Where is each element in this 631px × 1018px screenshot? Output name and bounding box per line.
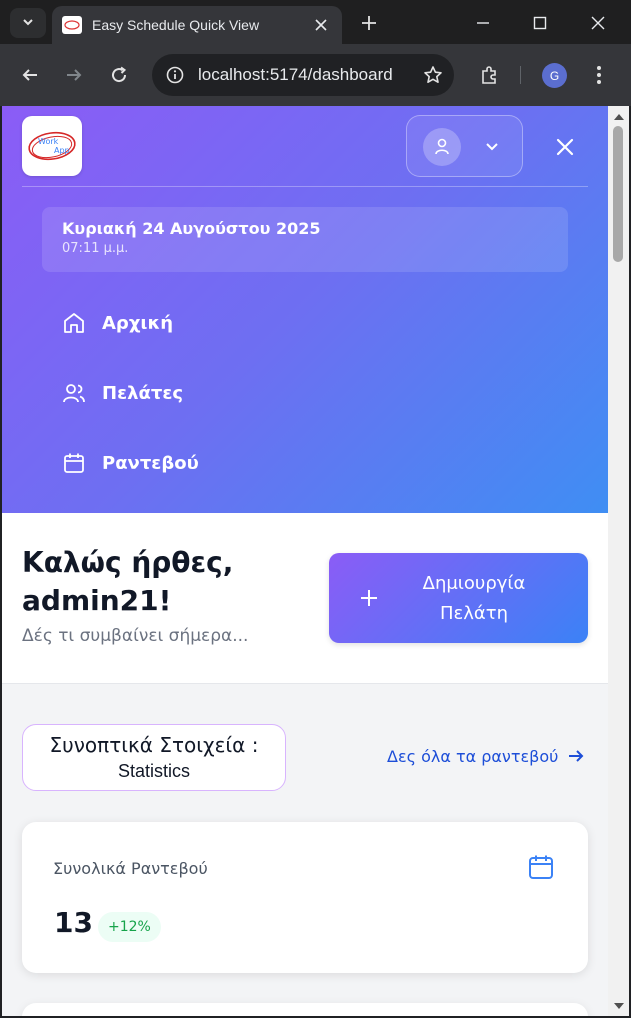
back-arrow-icon[interactable] (15, 60, 45, 90)
nav-label-appointments: Ραντεβού (102, 452, 199, 474)
arrow-right-icon (566, 746, 586, 766)
logo-text-app: App (54, 146, 70, 155)
create-client-label: Δημιουργία Πελάτη (422, 573, 526, 624)
user-icon (423, 128, 461, 166)
stats-heading: Συνοπτικά Στοιχεία : Statistics (22, 724, 286, 791)
page-scrollbar[interactable] (608, 106, 629, 1016)
view-all-appointments-link[interactable]: Δες όλα τα ραντεβού (387, 746, 586, 766)
page-viewport: Work App Κυριακή 24 Αυγούστου 2025 07:11… (2, 106, 608, 1016)
url-text: localhost:5174/dashboard (198, 65, 393, 84)
nav-item-appointments[interactable]: Ραντεβού (62, 446, 199, 480)
mobile-menu: Work App Κυριακή 24 Αυγούστου 2025 07:11… (2, 106, 608, 513)
nav-label-clients: Πελάτες (102, 382, 184, 404)
forward-arrow-icon[interactable] (59, 60, 89, 90)
menu-close-icon[interactable] (550, 132, 580, 162)
browser-tabstrip: Easy Schedule Quick View (0, 0, 631, 44)
page-subtitle: Δές τι συμβαίνει σήμερα... (22, 626, 249, 646)
chevron-down-icon (481, 136, 503, 158)
nav-label-home: Αρχική (102, 312, 174, 334)
tab-active[interactable]: Easy Schedule Quick View (52, 6, 342, 44)
chevron-down-icon (21, 14, 35, 33)
current-date: Κυριακή 24 Αυγούστου 2025 (62, 219, 321, 238)
stat-card-next (22, 1003, 588, 1016)
plus-icon (357, 586, 381, 610)
more-menu-icon[interactable] (584, 60, 614, 90)
browser-toolbar: localhost:5174/dashboard G (0, 44, 631, 106)
stat-card-value: 13 (54, 906, 93, 939)
calendar-icon (62, 451, 86, 475)
page-title: Καλώς ήρθες, admin21! (22, 546, 234, 617)
favicon-icon (62, 16, 82, 34)
menu-divider (22, 186, 588, 187)
home-icon (62, 311, 86, 335)
minimize-icon[interactable] (463, 8, 503, 38)
users-icon (62, 381, 86, 405)
scroll-up-icon[interactable] (608, 108, 629, 124)
stat-card-total-appointments: Συνολικά Ραντεβού 13 +12% (22, 822, 588, 973)
stat-change-badge: +12% (98, 912, 161, 942)
current-time: 07:11 μ.μ. (62, 241, 129, 256)
toolbar-separator (520, 66, 521, 84)
date-panel: Κυριακή 24 Αυγούστου 2025 07:11 μ.μ. (42, 207, 568, 272)
maximize-icon[interactable] (520, 8, 560, 38)
create-client-button[interactable]: Δημιουργία Πελάτη (329, 553, 588, 643)
extensions-icon[interactable] (474, 60, 504, 90)
tab-title: Easy Schedule Quick View (92, 17, 260, 33)
nav-item-clients[interactable]: Πελάτες (62, 376, 183, 410)
tab-close-icon[interactable] (308, 12, 334, 38)
site-info-icon[interactable] (164, 64, 186, 86)
stats-title: Συνοπτικά Στοιχεία : (49, 733, 259, 757)
profile-avatar[interactable]: G (542, 63, 567, 88)
app-logo[interactable]: Work App (22, 116, 82, 176)
view-all-label: Δες όλα τα ραντεβού (387, 746, 559, 766)
stats-subtitle: Statistics (117, 761, 191, 781)
tab-search-button[interactable] (10, 8, 46, 38)
stat-card-label: Συνολικά Ραντεβού (53, 859, 208, 878)
logo-text-work: Work (38, 137, 59, 146)
calendar-icon (526, 852, 556, 882)
scrollbar-thumb[interactable] (613, 126, 623, 262)
reload-icon[interactable] (104, 60, 134, 90)
new-tab-button[interactable] (355, 9, 383, 37)
bookmark-star-icon[interactable] (418, 60, 448, 90)
nav-item-home[interactable]: Αρχική (62, 306, 173, 340)
window-close-icon[interactable] (578, 8, 618, 38)
user-menu-button[interactable] (406, 115, 523, 177)
welcome-section: Καλώς ήρθες, admin21! Δές τι συμβαίνει σ… (2, 513, 608, 684)
scroll-down-icon[interactable] (608, 998, 629, 1014)
address-bar[interactable]: localhost:5174/dashboard (152, 54, 454, 96)
